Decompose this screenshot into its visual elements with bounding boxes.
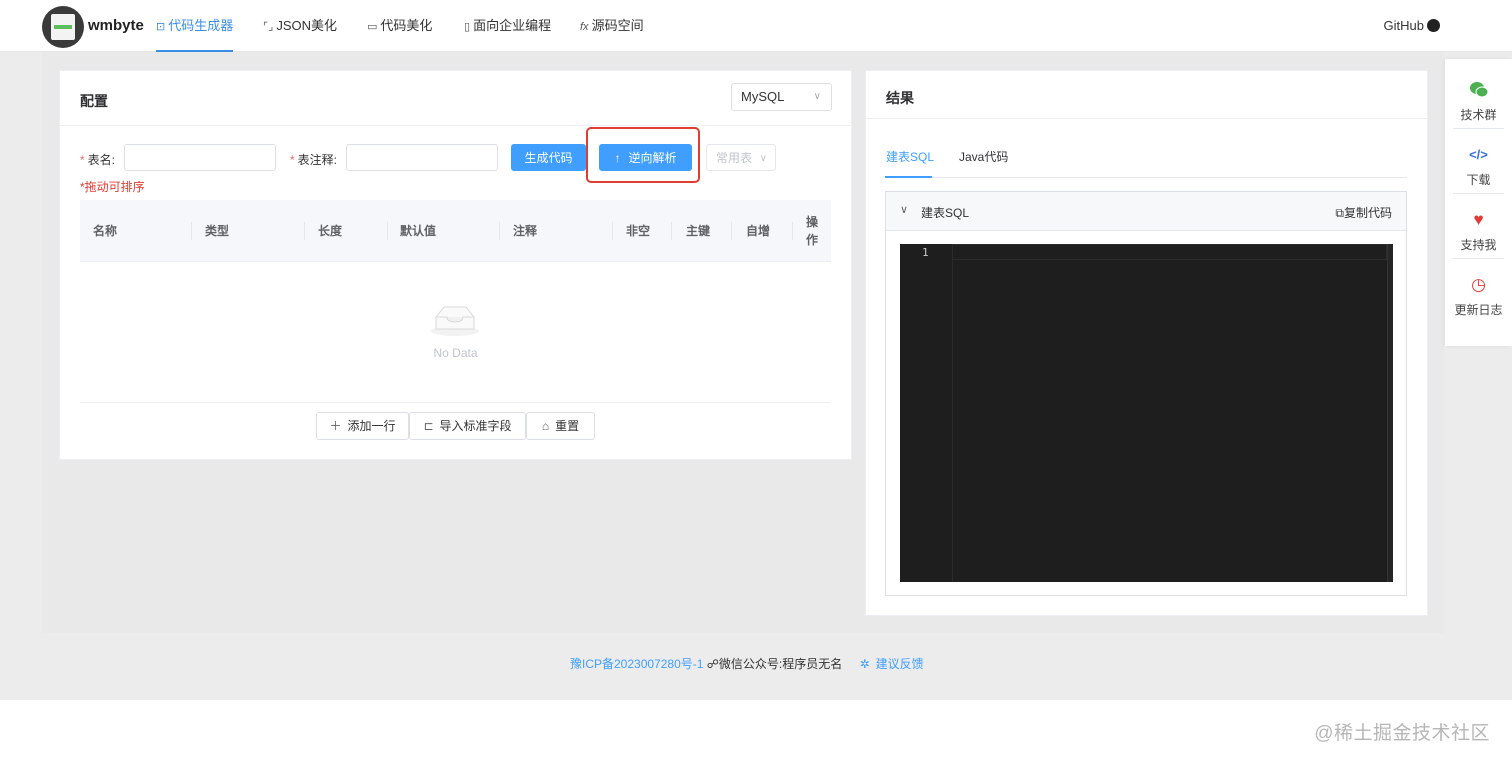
logo[interactable]: [42, 6, 84, 48]
code-icon: </>: [1469, 147, 1488, 162]
generate-code-button[interactable]: 生成代码: [511, 144, 586, 171]
column-not-null: 非空: [626, 224, 651, 238]
document-icon: ▯: [464, 21, 471, 33]
result-card-header: 结果: [866, 71, 1427, 119]
import-icon: ⊏: [423, 419, 434, 433]
common-table-select[interactable]: 常用表 ∨: [706, 144, 776, 171]
bottom-strip: [0, 700, 1512, 762]
column-comment: 注释: [513, 224, 538, 238]
column-actions: 操作: [806, 215, 819, 247]
tab-java-code[interactable]: Java代码: [959, 148, 1008, 165]
wechat-official-account: 微信公众号:程序员无名: [718, 657, 843, 671]
reset-button[interactable]: ⌂ 重置: [526, 412, 595, 440]
code-editor[interactable]: 1: [900, 244, 1393, 582]
terminal-icon: ⊡: [156, 21, 166, 33]
heart-icon: ♥: [1473, 210, 1484, 229]
line-number: 1: [922, 246, 929, 259]
function-icon: fx: [580, 21, 589, 33]
sidebar-item-download[interactable]: </> 下载: [1453, 132, 1504, 194]
column-auto-increment: 自增: [746, 224, 771, 238]
tab-create-sql[interactable]: 建表SQL: [886, 148, 934, 165]
reverse-parse-button[interactable]: ↑ 逆向解析: [599, 144, 692, 171]
active-tab-indicator: [885, 176, 932, 178]
column-primary-key: 主键: [686, 224, 711, 238]
db-type-select[interactable]: MySQL ∨: [731, 83, 832, 111]
sql-panel-title: 建表SQL: [921, 206, 970, 220]
column-name: 名称: [93, 224, 118, 238]
empty-text: No Data: [433, 346, 478, 360]
config-card-header: 配置 MySQL ∨: [60, 71, 851, 126]
wechat-small-icon: ☍: [706, 657, 719, 671]
bug-icon: ✲: [859, 657, 870, 671]
chevron-down-icon: ∨: [813, 91, 821, 102]
sidebar-item-support[interactable]: ♥ 支持我: [1453, 197, 1504, 259]
sql-collapse-header[interactable]: ∨ 建表SQL ⧉复制代码: [886, 192, 1406, 231]
nav-json-beautify[interactable]: ⌜⌟ JSON美化: [263, 0, 337, 52]
table-name-label: * 表名:: [80, 153, 116, 167]
watermark: @稀土掘金技术社区: [1314, 723, 1490, 744]
nav-enterprise-programming[interactable]: ▯ 面向企业编程: [464, 0, 551, 52]
github-link[interactable]: GitHub: [1384, 18, 1440, 33]
history-icon: ◷: [1471, 275, 1486, 294]
nav-code-generator[interactable]: ⊡ 代码生成器: [156, 0, 234, 52]
add-row-button[interactable]: ＋添加一行: [316, 412, 409, 440]
empty-box-icon: [431, 306, 479, 336]
reset-icon: ⌂: [541, 419, 550, 433]
table-comment-label: * 表注释:: [290, 153, 338, 167]
fields-table-empty: No Data: [80, 263, 831, 403]
wechat-icon: [1469, 80, 1489, 100]
arrow-up-icon: ↑: [614, 151, 621, 165]
top-navbar: wmbyte ⊡ 代码生成器 ⌜⌟ JSON美化 ▭ 代码美化 ▯ 面向企业编程 fx 源…: [0, 0, 1512, 52]
monitor-icon: ▭: [367, 21, 378, 33]
brackets-icon: ⌜⌟: [263, 21, 274, 33]
nav-source-space[interactable]: fx 源码空间: [580, 0, 644, 52]
table-comment-input[interactable]: [346, 144, 498, 171]
icp-link[interactable]: 豫ICP备2023007280号-1: [570, 657, 703, 671]
drag-sort-hint: *拖动可排序: [80, 180, 145, 194]
chevron-down-icon: ∨: [900, 204, 909, 216]
column-default: 默认值: [400, 224, 437, 238]
result-title: 结果: [886, 90, 914, 106]
plus-icon: ＋: [329, 419, 342, 433]
feedback-link[interactable]: ✲ 建议反馈: [860, 657, 924, 671]
sidebar-item-tech-group[interactable]: 技术群: [1453, 67, 1504, 129]
table-name-input[interactable]: [124, 144, 276, 171]
chevron-down-icon: ∨: [759, 153, 767, 164]
import-fields-button[interactable]: ⊏ 导入标准字段: [409, 412, 526, 440]
fields-table-header: 名称 类型 长度 默认值 注释 非空 主键 自增 操作: [80, 200, 831, 262]
nav-code-beautify[interactable]: ▭ 代码美化: [367, 0, 432, 52]
sidebar-item-changelog[interactable]: ◷ 更新日志: [1453, 262, 1504, 324]
config-title: 配置: [80, 93, 108, 109]
active-line-highlight: [952, 244, 1387, 260]
brand-name[interactable]: wmbyte: [88, 17, 144, 34]
copy-icon: ⧉: [1335, 206, 1344, 220]
floating-sidebar: 技术群 </> 下载 ♥ 支持我 ◷ 更新日志: [1445, 59, 1512, 346]
github-icon: [1427, 19, 1440, 32]
copy-code-button[interactable]: ⧉复制代码: [1335, 204, 1392, 221]
column-length: 长度: [318, 224, 343, 238]
column-type: 类型: [205, 224, 230, 238]
editor-scrollbar[interactable]: [1387, 244, 1393, 582]
